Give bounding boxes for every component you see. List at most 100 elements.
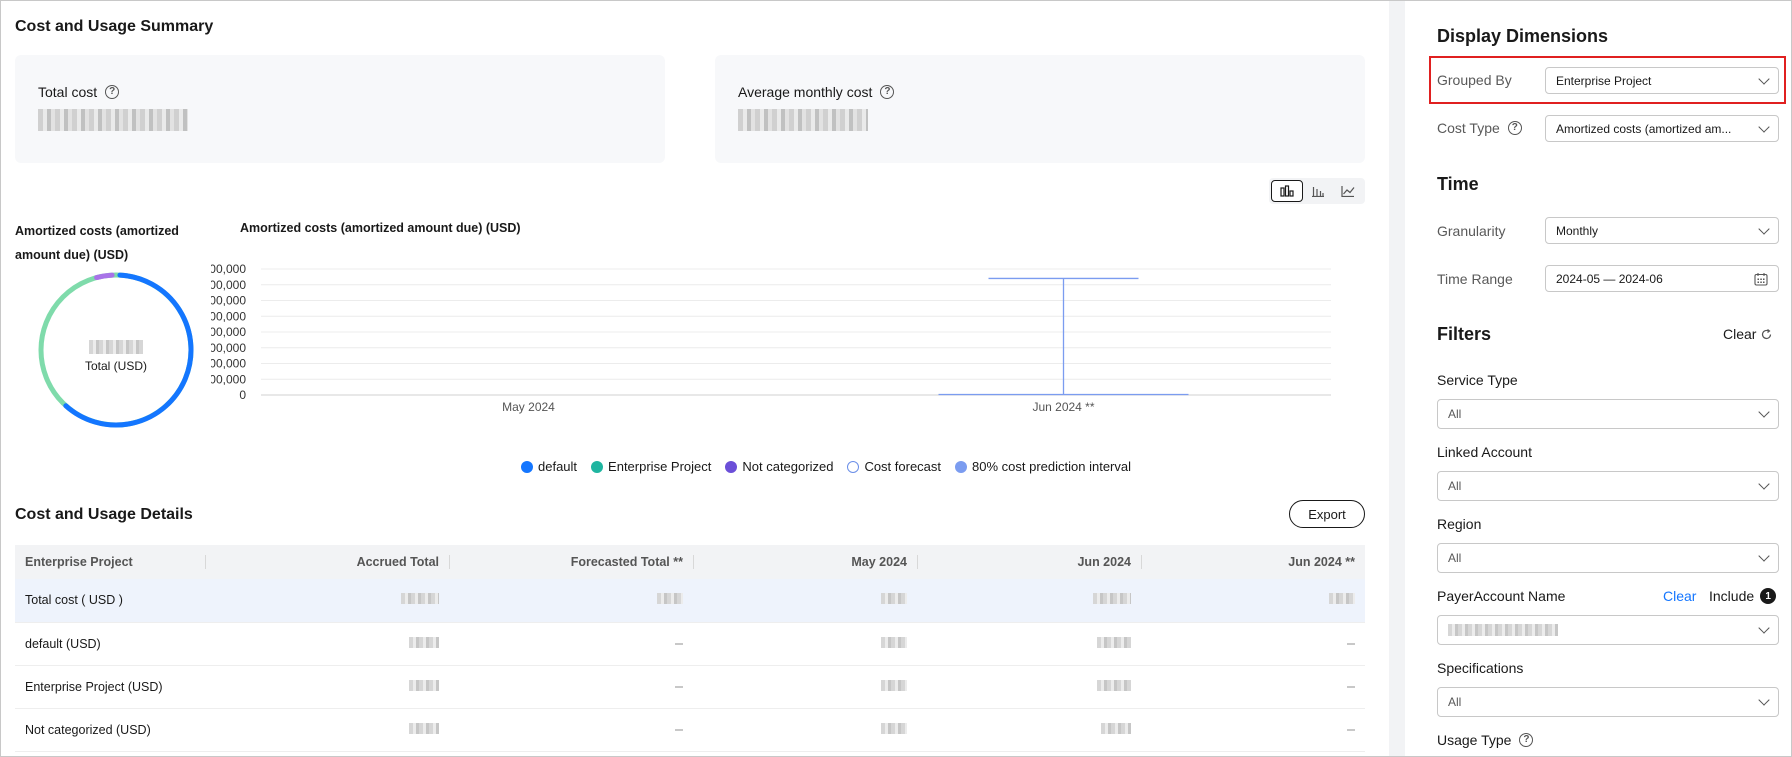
legend-item-not-categorized[interactable]: Not categorized <box>725 459 833 474</box>
granularity-select[interactable]: Monthly <box>1545 217 1779 244</box>
chevron-down-icon <box>1758 694 1770 706</box>
cell-redacted <box>917 622 1141 666</box>
total-cost-label: Total cost <box>38 84 98 100</box>
y-tick-label: 500,000 <box>211 309 246 323</box>
column-header-jun-2024[interactable]: Jun 2024 <box>917 545 1141 579</box>
cell-redacted <box>205 579 449 623</box>
column-header-forecasted-total[interactable]: Forecasted Total ** <box>449 545 693 579</box>
legend-dot-prediction-interval <box>955 460 968 473</box>
payer-account-label: PayerAccount Name <box>1437 588 1566 604</box>
legend-label: 80% cost prediction interval <box>972 459 1132 474</box>
region-value: All <box>1448 551 1462 565</box>
table-header-row: Enterprise Project Accrued Total Forecas… <box>15 545 1365 579</box>
legend-item-default[interactable]: default <box>521 459 577 474</box>
chevron-down-icon <box>1758 120 1770 133</box>
grouped-bar-icon <box>1280 185 1294 197</box>
column-header-may-2024[interactable]: May 2024 <box>693 545 917 579</box>
legend-label: Not categorized <box>742 459 834 474</box>
specifications-select[interactable]: All <box>1437 687 1779 717</box>
grouped-by-select[interactable]: Enterprise Project <box>1545 67 1779 94</box>
y-tick-label: 800,000 <box>211 262 246 276</box>
cell-empty <box>1141 708 1365 752</box>
region-select[interactable]: All <box>1437 543 1779 573</box>
chevron-down-icon <box>1758 478 1770 490</box>
cell-empty <box>449 622 693 666</box>
grouped-bar-view-button[interactable] <box>1271 180 1303 202</box>
legend-item-prediction-interval[interactable]: 80% cost prediction interval <box>955 459 1131 474</box>
service-type-label: Service Type <box>1437 372 1518 388</box>
details-title: Cost and Usage Details <box>15 506 193 523</box>
granularity-value: Monthly <box>1556 223 1599 238</box>
help-icon[interactable]: ? <box>105 85 120 99</box>
legend-item-enterprise-project[interactable]: Enterprise Project <box>591 459 711 474</box>
table-row: Not categorized (USD) <box>15 708 1365 752</box>
linked-account-value: All <box>1448 479 1462 493</box>
chevron-down-icon <box>1758 72 1770 85</box>
payer-account-select[interactable] <box>1437 615 1779 645</box>
stacked-bar-view-button[interactable] <box>1303 180 1333 202</box>
donut-center-label: Total (USD) <box>84 359 147 373</box>
export-button[interactable]: Export <box>1289 500 1365 528</box>
cell-redacted <box>693 622 917 666</box>
time-range-label: Time Range <box>1437 271 1513 287</box>
donut-title: Amortized costs (amortized amount due) (… <box>15 224 179 262</box>
chevron-down-icon <box>1758 622 1770 634</box>
help-icon[interactable]: ? <box>880 85 895 99</box>
avg-monthly-label: Average monthly cost <box>738 84 873 100</box>
time-title: Time <box>1437 174 1479 194</box>
table-row: default (USD) <box>15 622 1365 666</box>
table-row: Total cost ( USD ) <box>15 579 1365 623</box>
linked-account-select[interactable]: All <box>1437 471 1779 501</box>
grouped-by-label: Grouped By <box>1437 72 1512 88</box>
cell-redacted <box>205 622 449 666</box>
display-dimensions-title: Display Dimensions <box>1437 26 1609 46</box>
cost-type-label: Cost Type <box>1437 120 1500 136</box>
service-type-select[interactable]: All <box>1437 399 1779 429</box>
chevron-down-icon <box>1758 406 1770 418</box>
bar-chart-icon <box>1312 187 1324 197</box>
column-header-enterprise-project[interactable]: Enterprise Project <box>15 545 205 579</box>
payer-clear-link[interactable]: Clear <box>1663 588 1696 604</box>
usage-type-label: Usage Type <box>1437 732 1512 748</box>
avg-monthly-label-wrap: Average monthly cost ? <box>738 84 895 100</box>
time-range-picker[interactable]: 2024-05 — 2024-06 <box>1545 265 1779 292</box>
column-header-accrued-total[interactable]: Accrued Total <box>205 545 449 579</box>
donut-segment-not-categorized <box>94 272 115 281</box>
avg-monthly-cost-card: Average monthly cost ? <box>715 55 1365 163</box>
y-tick-label: 0 <box>239 388 246 402</box>
chevron-down-icon <box>1758 222 1770 235</box>
cell-redacted <box>449 579 693 623</box>
y-tick-label: 100,000 <box>211 372 246 386</box>
cell-redacted <box>917 665 1141 709</box>
chart-view-toggle <box>1269 178 1365 204</box>
specifications-label: Specifications <box>1437 660 1524 676</box>
time-range-value: 2024-05 — 2024-06 <box>1556 271 1663 286</box>
help-icon[interactable]: ? <box>1507 121 1522 135</box>
chart-title: Amortized costs (amortized amount due) (… <box>240 221 521 235</box>
payer-include-toggle[interactable]: Include 1 <box>1709 588 1777 604</box>
cost-type-label-wrap: Cost Type ? <box>1437 120 1522 136</box>
line-view-button[interactable] <box>1333 180 1363 202</box>
total-cost-label-wrap: Total cost ? <box>38 84 120 100</box>
usage-type-label-wrap: Usage Type ? <box>1437 732 1534 748</box>
help-icon[interactable]: ? <box>1519 733 1534 747</box>
cell-redacted <box>917 579 1141 623</box>
x-tick-label: Jun 2024 ** <box>1032 400 1094 414</box>
x-tick-label: May 2024 <box>502 400 555 414</box>
cost-type-select[interactable]: Amortized costs (amortized am... <box>1545 115 1779 142</box>
cell-redacted <box>205 708 449 752</box>
y-tick-label: 600,000 <box>211 294 246 308</box>
y-tick-label: 400,000 <box>211 325 246 339</box>
cell-redacted <box>917 708 1141 752</box>
linked-account-label: Linked Account <box>1437 444 1532 460</box>
details-table: Enterprise Project Accrued Total Forecas… <box>15 545 1365 752</box>
legend-label: default <box>538 459 578 474</box>
legend-dot-not-categorized <box>725 460 738 473</box>
column-header-jun-2024-forecast[interactable]: Jun 2024 ** <box>1141 545 1365 579</box>
filters-clear-button[interactable]: Clear <box>1723 326 1772 342</box>
grouped-by-value: Enterprise Project <box>1556 73 1652 88</box>
row-label: Enterprise Project (USD) <box>15 665 205 709</box>
panel-divider <box>1389 1 1405 756</box>
legend-item-cost-forecast[interactable]: Cost forecast <box>847 459 941 474</box>
chart-legend: default Enterprise Project Not categoriz… <box>521 459 1131 474</box>
